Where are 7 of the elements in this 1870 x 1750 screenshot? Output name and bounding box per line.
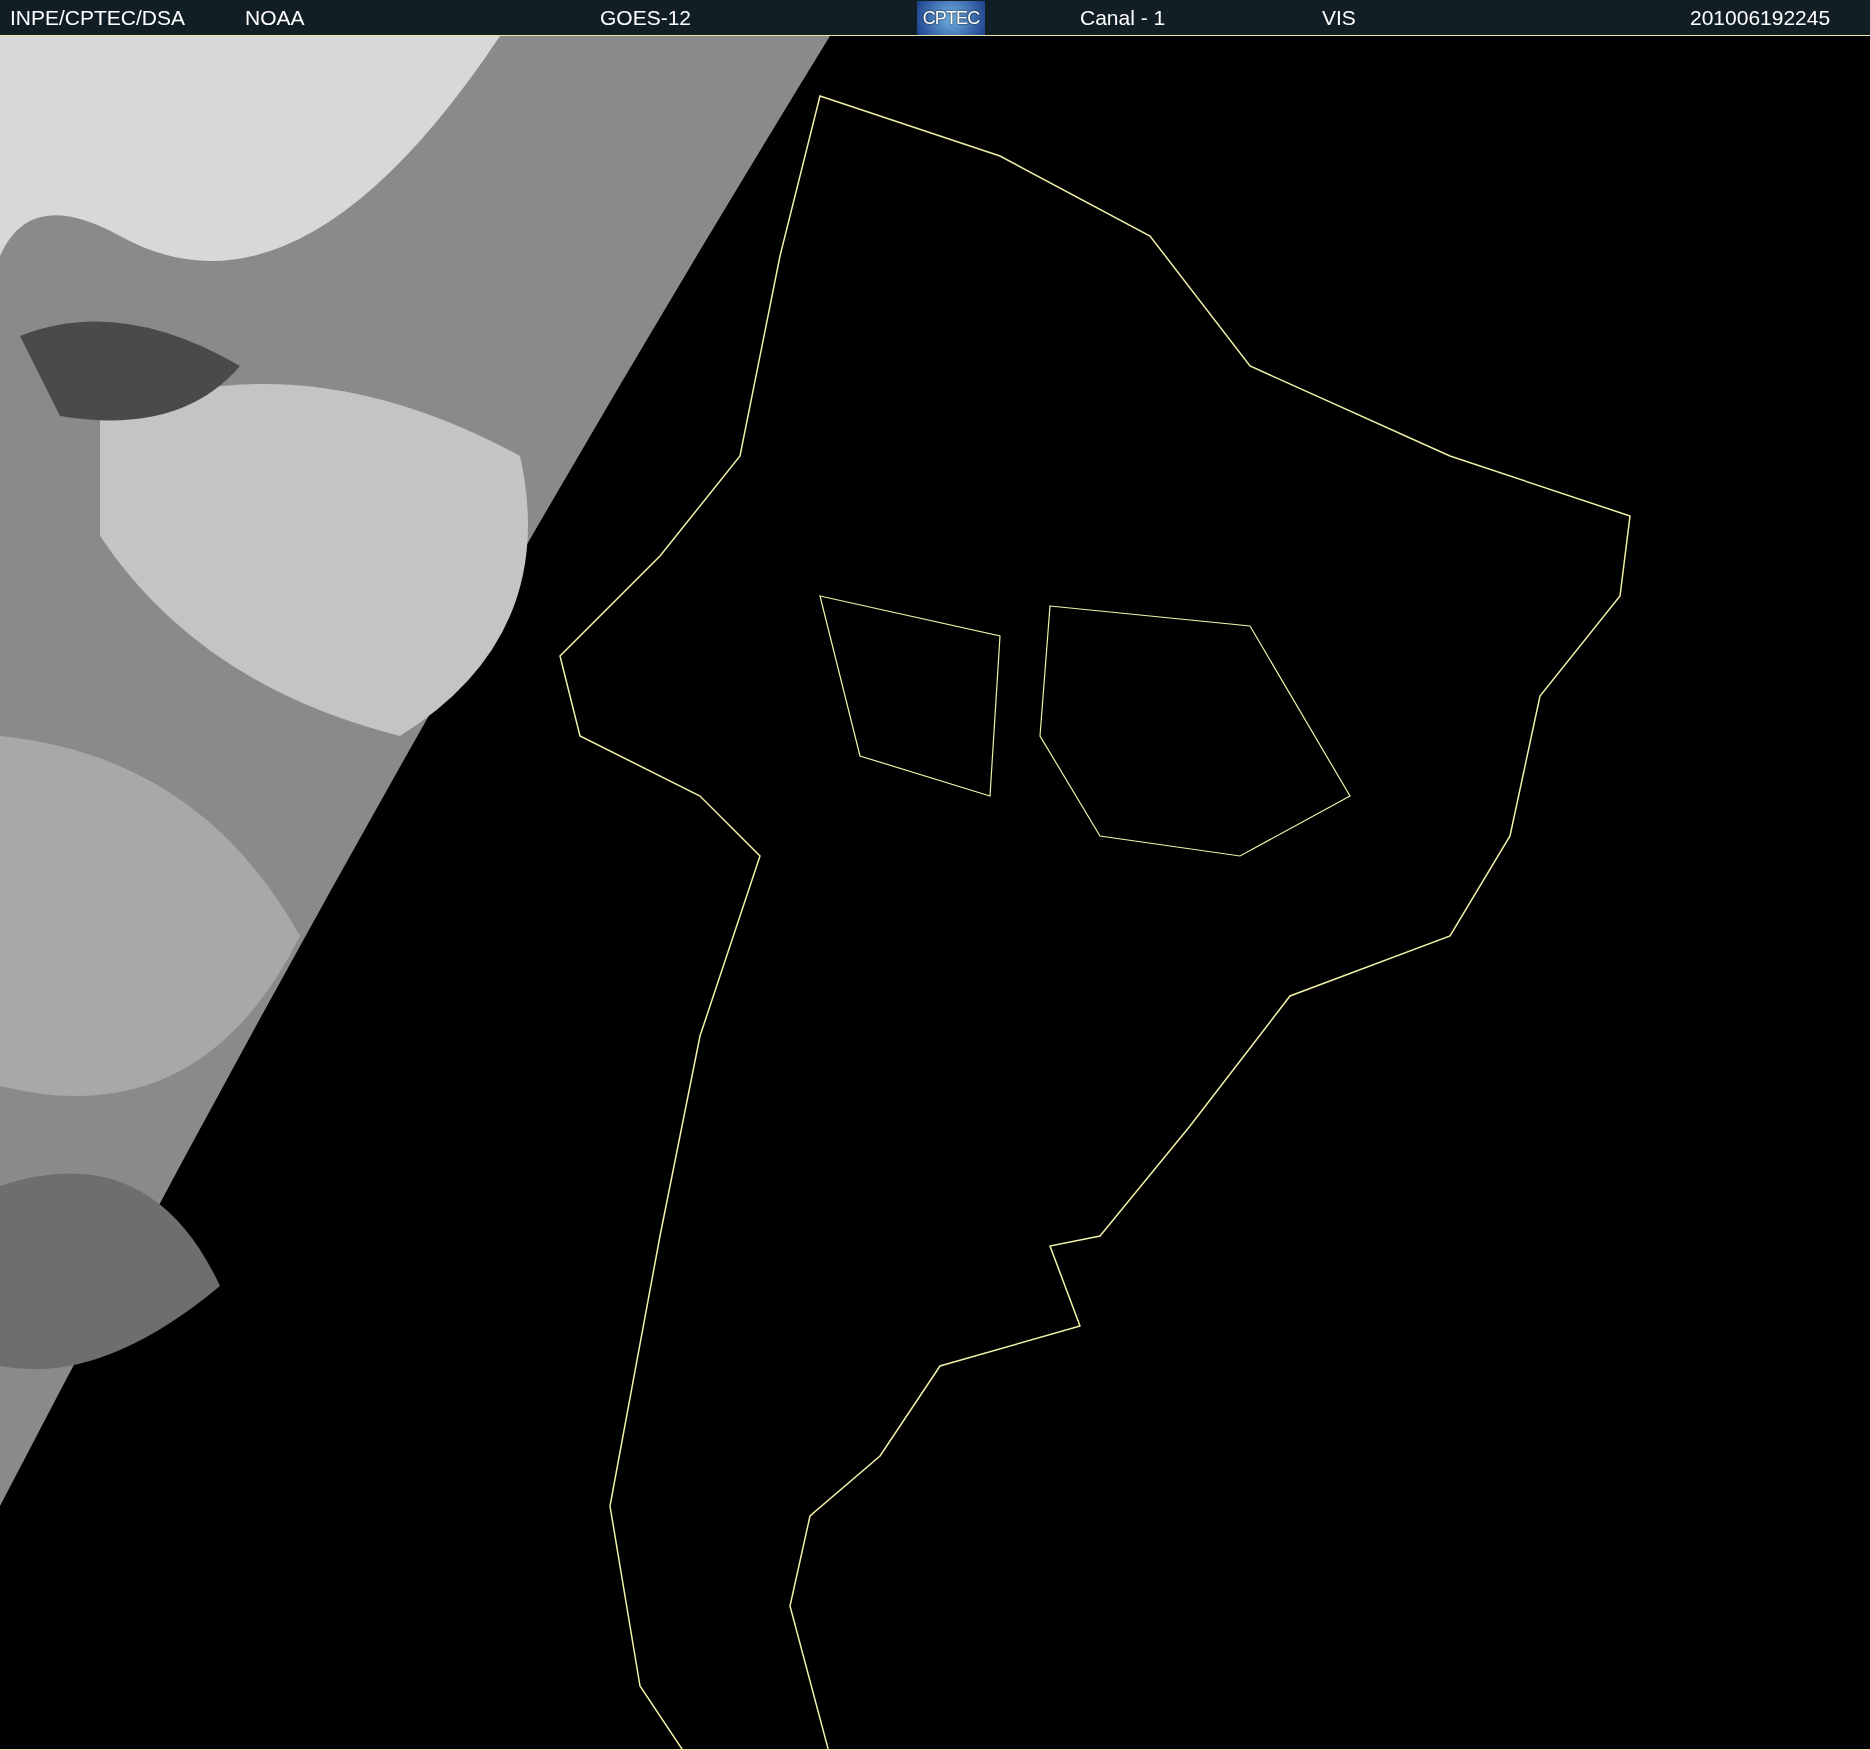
timestamp-label: 201006192245 bbox=[1690, 7, 1831, 28]
band-label: VIS bbox=[1322, 7, 1357, 28]
agency-label: NOAA bbox=[245, 7, 306, 28]
satellite-label: GOES-12 bbox=[600, 7, 693, 28]
logo: CPTEC bbox=[917, 0, 985, 35]
channel-label: Canal - 1 bbox=[1080, 7, 1167, 28]
source-label: INPE/CPTEC/DSA bbox=[10, 7, 187, 28]
